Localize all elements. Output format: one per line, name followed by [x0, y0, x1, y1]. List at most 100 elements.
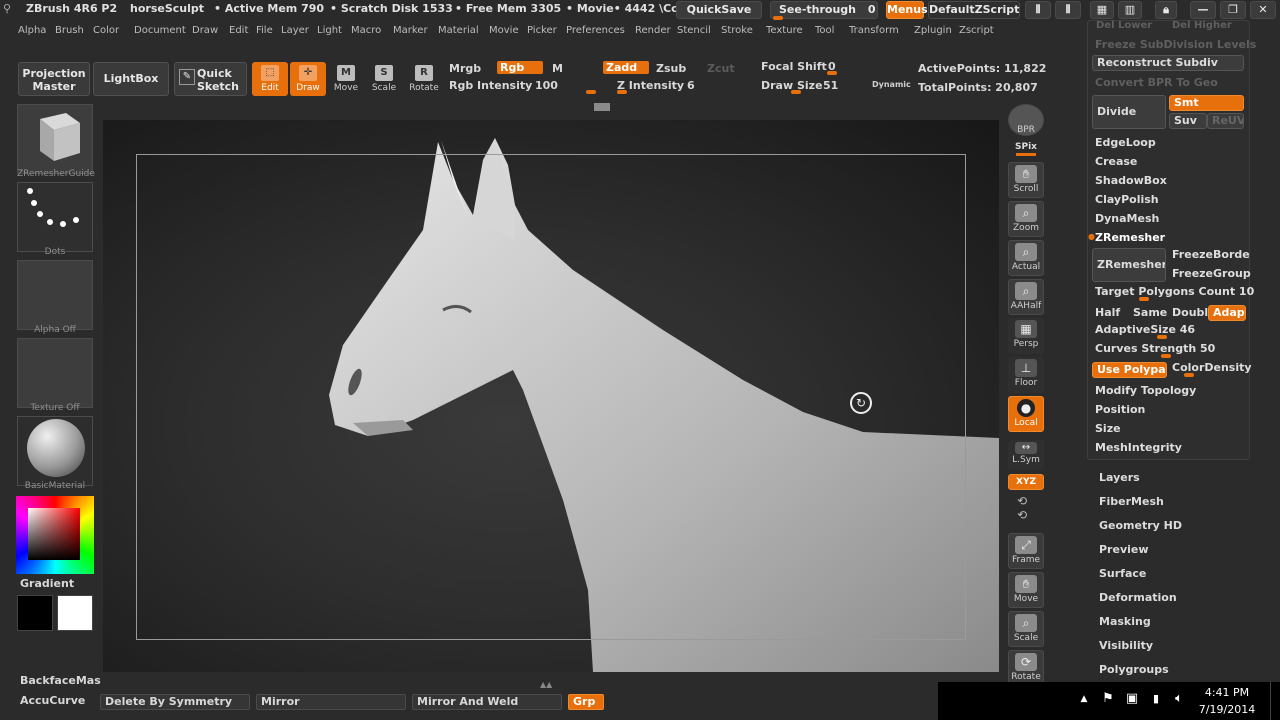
menu-item-stencil[interactable]: Stencil	[677, 25, 711, 36]
menu-item-movie[interactable]: Movie	[489, 25, 519, 36]
color-square[interactable]	[28, 508, 80, 560]
backface-mask-button[interactable]: BackfaceMas	[20, 674, 101, 687]
rgb-button[interactable]: Rgb	[497, 61, 543, 74]
crease-button[interactable]: Crease	[1095, 155, 1137, 168]
menu-item-brush[interactable]: Brush	[55, 25, 84, 36]
menu-item-alpha[interactable]: Alpha	[18, 25, 46, 36]
scroll-button[interactable]: ✋︎ Scroll	[1008, 162, 1044, 198]
persp-button[interactable]: ▦ Persp	[1008, 318, 1044, 354]
menu-item-file[interactable]: File	[256, 25, 273, 36]
zsub-button[interactable]: Zsub	[656, 62, 686, 75]
material-thumbnail[interactable]	[17, 416, 93, 486]
rotate-button[interactable]: R Rotate	[406, 62, 442, 96]
clock-date[interactable]: 7/19/2014	[1196, 703, 1258, 716]
subpalette-fibermesh[interactable]: FiberMesh	[1099, 495, 1164, 508]
menu-item-document[interactable]: Document	[134, 25, 186, 36]
menu-item-layer[interactable]: Layer	[281, 25, 309, 36]
menu-item-zplugin[interactable]: Zplugin	[914, 25, 952, 36]
edgeloop-button[interactable]: EdgeLoop	[1095, 136, 1156, 149]
clock-time[interactable]: 4:41 PM	[1196, 686, 1258, 699]
subpalette-polygroups[interactable]: Polygroups	[1099, 663, 1169, 676]
gradient-label[interactable]: Gradient	[20, 577, 74, 590]
top-scroll-handle[interactable]	[594, 103, 610, 111]
focal-shift-slider[interactable]: Focal Shift 0	[761, 60, 901, 75]
volume-icon[interactable]: 🔈︎	[1171, 691, 1187, 707]
z-intensity-slider[interactable]: Z Intensity 6	[617, 79, 767, 94]
double-button[interactable]: Doubl	[1172, 306, 1208, 319]
convert-bpr-button[interactable]: Convert BPR To Geo	[1095, 76, 1218, 89]
texture-thumbnail[interactable]	[17, 338, 93, 408]
floor-button[interactable]: ⊥ Floor	[1008, 357, 1044, 393]
layout-alt-icon[interactable]: ▥	[1118, 1, 1142, 19]
tablet-icon[interactable]: ▣	[1124, 691, 1140, 707]
subpalette-geometry-hd[interactable]: Geometry HD	[1099, 519, 1182, 532]
see-through-knob[interactable]	[773, 16, 783, 20]
spix-knob[interactable]	[1016, 153, 1036, 156]
zadd-button[interactable]: Zadd	[603, 61, 649, 74]
secondary-color-swatch[interactable]	[17, 595, 53, 631]
mesh-integrity-button[interactable]: MeshIntegrity	[1095, 441, 1182, 454]
primary-color-swatch[interactable]	[57, 595, 93, 631]
arrows-right-icon[interactable]: ⦀	[1055, 1, 1081, 19]
menu-item-edit[interactable]: Edit	[229, 25, 248, 36]
show-desktop-button[interactable]	[1270, 682, 1280, 720]
dynamesh-button[interactable]: DynaMesh	[1095, 212, 1159, 225]
rgb-intensity-knob[interactable]	[586, 90, 596, 94]
menu-item-preferences[interactable]: Preferences	[566, 25, 625, 36]
color-density-slider[interactable]: ColorDensity	[1170, 361, 1252, 377]
claypolish-button[interactable]: ClayPolish	[1095, 193, 1159, 206]
delete-by-symmetry-button[interactable]: Delete By Symmetry	[100, 694, 250, 710]
zremesher-section-header[interactable]: ZRemesher	[1095, 231, 1165, 244]
modify-topology-button[interactable]: Modify Topology	[1095, 384, 1196, 397]
menu-item-tool[interactable]: Tool	[815, 25, 834, 36]
draw-button[interactable]: ✛ Draw	[290, 62, 326, 96]
frame-button[interactable]: ⤢ Frame	[1008, 533, 1044, 569]
suv-button[interactable]: Suv	[1169, 113, 1207, 129]
menu-item-color[interactable]: Color	[93, 25, 119, 36]
move-view-button[interactable]: ✋︎ Move	[1008, 572, 1044, 608]
same-button[interactable]: Same	[1133, 306, 1167, 319]
adaptive-size-slider[interactable]: AdaptiveSize 46	[1093, 323, 1245, 339]
see-through-slider[interactable]: See-through 0	[770, 1, 878, 20]
show-hidden-icons-icon[interactable]: ▲	[1076, 691, 1092, 707]
scale-button[interactable]: S Scale	[366, 62, 402, 96]
divide-button[interactable]: Divide	[1092, 95, 1166, 129]
menu-item-light[interactable]: Light	[317, 25, 342, 36]
reuv-button[interactable]: ReUV	[1207, 113, 1244, 129]
freeze-groups-toggle[interactable]: FreezeGroup	[1172, 267, 1251, 280]
menu-item-zscript[interactable]: Zscript	[959, 25, 994, 36]
subpalette-visibility[interactable]: Visibility	[1099, 639, 1153, 652]
target-polygons-knob[interactable]	[1139, 297, 1149, 301]
mirror-button[interactable]: Mirror	[256, 694, 406, 710]
move-button[interactable]: M Move	[328, 62, 364, 96]
subpalette-layers[interactable]: Layers	[1099, 471, 1140, 484]
actual-button[interactable]: ⌕ Actual	[1008, 240, 1044, 276]
flag-icon[interactable]: ⚑	[1100, 691, 1116, 707]
position-button[interactable]: Position	[1095, 403, 1145, 416]
menu-item-render[interactable]: Render	[635, 25, 671, 36]
lsym-button[interactable]: ↔ L.Sym	[1008, 440, 1044, 470]
lightbox-button[interactable]: LightBox	[93, 62, 169, 96]
menu-item-marker[interactable]: Marker	[393, 25, 428, 36]
quick-sketch-button[interactable]: ✎ Quick Sketch	[174, 62, 247, 96]
local-button[interactable]: ● Local	[1008, 396, 1044, 432]
menu-item-picker[interactable]: Picker	[527, 25, 557, 36]
edit-button[interactable]: ⬚ Edit	[252, 62, 288, 96]
lock-icon[interactable]: 🔒︎	[1155, 1, 1177, 19]
menus-button[interactable]: Menus	[886, 1, 928, 19]
z-intensity-knob[interactable]	[617, 90, 627, 94]
curves-strength-knob[interactable]	[1161, 354, 1171, 358]
adaptive-size-knob[interactable]	[1157, 335, 1167, 339]
reconstruct-subdiv-button[interactable]: Reconstruct Subdiv	[1092, 55, 1244, 71]
half-button[interactable]: Half	[1095, 306, 1120, 319]
rotate-view-button[interactable]: ⟳ Rotate	[1008, 650, 1044, 686]
freeze-subdiv-button[interactable]: Freeze SubDivision Levels	[1095, 38, 1256, 51]
layout-icon[interactable]: ▦	[1090, 1, 1114, 19]
projection-master-button[interactable]: Projection Master	[18, 62, 90, 96]
color-picker[interactable]	[16, 496, 94, 574]
zoom-button[interactable]: ⌕ Zoom	[1008, 201, 1044, 237]
del-higher-button[interactable]: Del Higher	[1172, 20, 1232, 31]
mirror-and-weld-button[interactable]: Mirror And Weld	[412, 694, 562, 710]
stroke-thumbnail[interactable]	[17, 182, 93, 252]
menu-item-stroke[interactable]: Stroke	[721, 25, 753, 36]
